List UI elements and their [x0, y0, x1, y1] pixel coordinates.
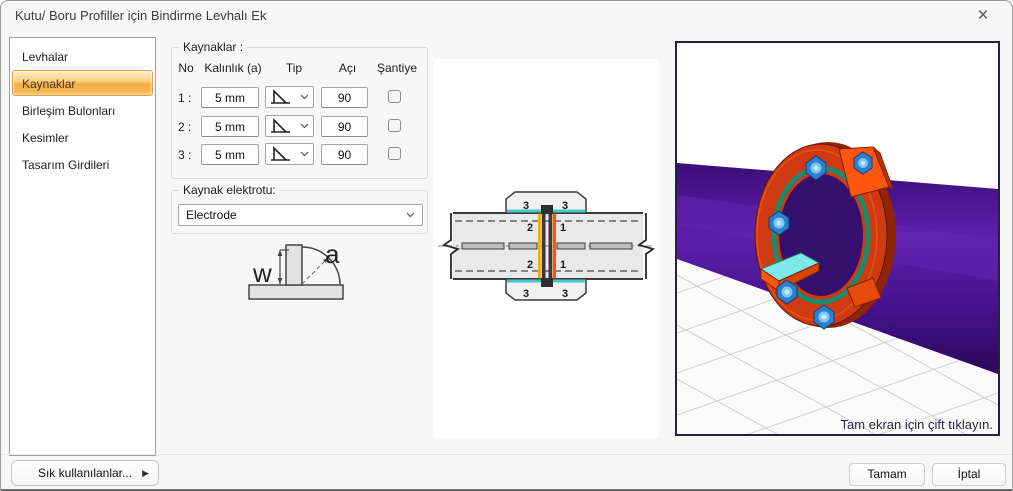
site-checkbox[interactable] — [388, 119, 401, 132]
weld-ref-label: 2 — [527, 259, 533, 271]
sidebar-list: Levhalar Kaynaklar Birleşim Bulonları Ke… — [9, 37, 156, 456]
sidebar-item-birlesim-bulonlari[interactable]: Birleşim Bulonları — [12, 97, 153, 123]
weld-w-label: w — [252, 258, 272, 288]
dialog-window: Kutu/ Boru Profiller için Bindirme Levha… — [0, 0, 1013, 491]
welds-group-label: Kaynaklar : — [179, 40, 248, 54]
electrode-selected-value: Electrode — [186, 208, 237, 222]
electrode-dropdown[interactable]: Electrode — [178, 204, 423, 226]
weld-type-dropdown[interactable] — [265, 115, 314, 137]
electrode-group-label: Kaynak elektrotu: — [179, 183, 280, 197]
weld-ref-label: 1 — [560, 259, 566, 271]
sidebar-item-kesimler[interactable]: Kesimler — [12, 124, 153, 150]
col-header-no: No — [178, 61, 194, 75]
flyout-arrow-icon: ▶ — [142, 468, 149, 478]
3d-preview: Tam ekran için çift tıklayın. — [677, 43, 998, 434]
col-header-type: Tip — [285, 61, 303, 75]
angle-input[interactable] — [321, 144, 368, 165]
sidebar-item-kaynaklar[interactable]: Kaynaklar — [12, 70, 153, 96]
ok-button[interactable]: Tamam — [849, 463, 925, 486]
weld-ref-label: 3 — [562, 200, 568, 212]
weld-a-label: a — [325, 239, 340, 269]
col-header-thickness: Kalınlık (a) — [204, 61, 262, 75]
col-header-angle: Açı — [338, 61, 357, 75]
section-diagram: 3 3 2 1 2 1 3 3 — [438, 191, 656, 301]
angle-input[interactable] — [321, 87, 368, 108]
chevron-down-icon — [406, 212, 415, 218]
site-checkbox[interactable] — [388, 147, 401, 160]
chevron-down-icon — [300, 94, 309, 100]
close-icon[interactable]: ✕ — [968, 4, 998, 28]
chevron-down-icon — [300, 123, 309, 129]
sidebar-item-levhalar[interactable]: Levhalar — [12, 43, 153, 69]
weld-ref-label: 3 — [562, 288, 568, 300]
thickness-input[interactable] — [201, 87, 259, 108]
welds-groupbox: Kaynaklar : No Kalınlık (a) Tip Açı Şant… — [171, 40, 428, 179]
weld-dimension-diagram: w a — [248, 239, 344, 300]
viewport-caption: Tam ekran için çift tıklayın. — [841, 417, 993, 432]
cancel-button[interactable]: İptal — [932, 463, 1006, 486]
sidebar-item-tasarim-girdileri[interactable]: Tasarım Girdileri — [12, 151, 153, 177]
weld-ref-label: 2 — [527, 222, 533, 234]
fillet-weld-icon — [271, 146, 290, 161]
weld-ref-label: 3 — [523, 288, 529, 300]
site-checkbox[interactable] — [388, 90, 401, 103]
window-title: Kutu/ Boru Profiller için Bindirme Levha… — [15, 8, 267, 23]
thickness-input[interactable] — [201, 116, 259, 137]
section-diagram-panel: 3 3 2 1 2 1 3 3 — [434, 59, 659, 438]
favorites-button-label: Sık kullanılanlar... — [37, 466, 133, 480]
row-label: 3 : — [178, 148, 192, 162]
3d-viewport[interactable]: Tam ekran için çift tıklayın. — [675, 41, 1000, 436]
titlebar: Kutu/ Boru Profiller için Bindirme Levha… — [1, 1, 1012, 31]
angle-input[interactable] — [321, 116, 368, 137]
weld-ref-label: 3 — [523, 200, 529, 212]
fillet-weld-icon — [271, 89, 290, 104]
row-label: 1 : — [178, 91, 192, 105]
chevron-down-icon — [300, 151, 309, 157]
row-label: 2 : — [178, 120, 192, 134]
weld-type-dropdown[interactable] — [265, 143, 314, 165]
weld-ref-label: 1 — [560, 222, 566, 234]
col-header-site: Şantiye — [376, 61, 418, 75]
weld-type-dropdown[interactable] — [265, 86, 314, 108]
electrode-groupbox: Kaynak elektrotu: Electrode — [171, 183, 428, 234]
footer-divider — [1, 454, 1012, 455]
thickness-input[interactable] — [201, 144, 259, 165]
favorites-button[interactable]: Sık kullanılanlar... ▶ — [11, 460, 159, 486]
fillet-weld-icon — [271, 118, 290, 133]
